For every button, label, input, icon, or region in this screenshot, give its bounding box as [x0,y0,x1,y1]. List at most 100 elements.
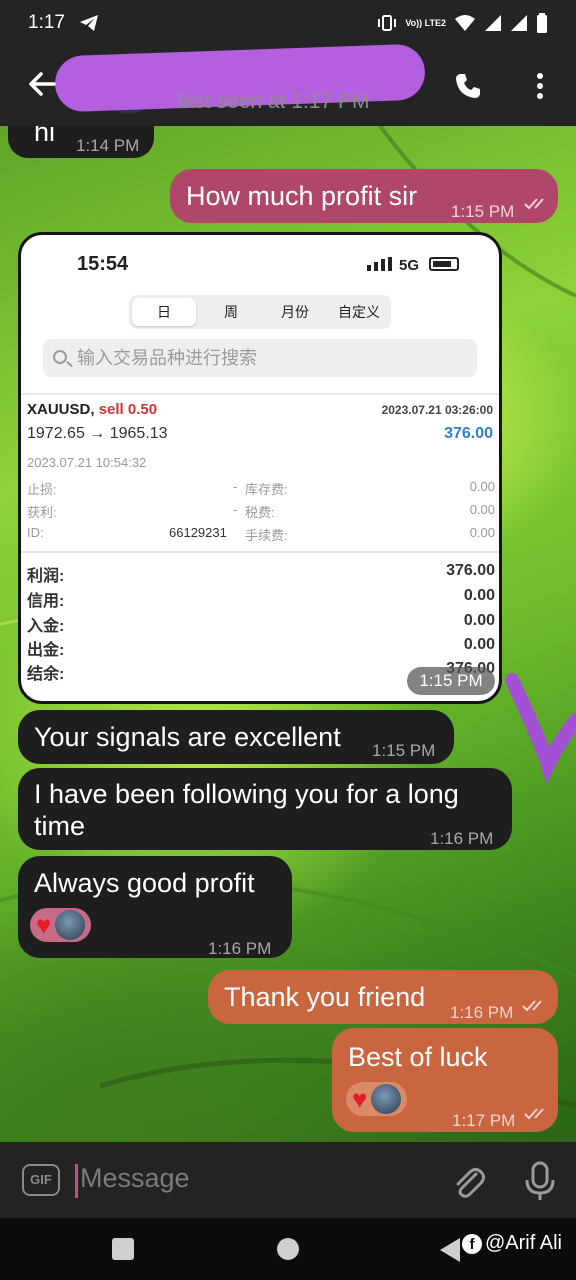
heart-icon: ♥ [352,1084,368,1114]
summary-label: 入金: [27,618,65,635]
message-time: 1:14 PM [76,136,140,155]
symbol-search-field: 输入交易品种进行搜索 [43,339,477,377]
summary-row: 入金: 0.00 [27,612,495,636]
detail-label: 止损: [27,482,57,497]
detail-value: - [233,502,238,517]
trade-profit: 376.00 [444,425,493,442]
message-bubble-in[interactable]: I have been following you for a long tim… [18,768,512,850]
summary-label: 结余: [27,666,65,683]
back-nav-button[interactable] [440,1238,460,1262]
status-time: 1:17 [28,12,65,33]
divider [21,551,499,553]
double-check-icon [524,1108,544,1120]
text-caret [75,1164,78,1198]
summary-value: 0.00 [463,636,495,653]
detail-label: 库存费: [245,482,288,497]
facebook-icon: f [462,1233,482,1254]
call-button[interactable] [448,66,488,106]
tab-day: 日 [132,298,196,326]
message-text-line: I have been following you for a long [34,779,459,809]
message-input[interactable]: Message [80,1163,190,1194]
detail-value: 0.00 [469,525,495,540]
detail-label: 手续费: [245,528,288,543]
image-message[interactable]: 15:54 5G 日 周 月份 自定义 输入交易品种进行搜索 XAUUSD, s… [18,232,502,704]
tab-custom: 自定义 [338,304,380,320]
vibrate-icon [378,15,397,31]
signal-icon [485,15,501,31]
network-type: 5G [399,257,420,274]
wifi-icon [455,15,475,31]
message-text: How much profit sir [186,181,418,211]
message-text: Thank you friend [224,982,426,1012]
message-time: 1:15 PM [407,667,495,695]
summary-row: 信用: 0.00 [27,587,495,611]
summary-label: 出金: [27,642,65,659]
chat-header: last seen at 1:17 PM [0,43,576,126]
back-button[interactable] [22,64,62,104]
phone-icon [456,74,480,98]
summary-label: 利润: [27,568,65,585]
close-time: 2023.07.21 03:26:00 [381,403,493,417]
detail-value: 0.00 [469,502,495,517]
summary-value: 376.00 [446,562,495,579]
watermark-text: @Arif Ali [485,1232,562,1254]
heart-icon: ♥ [36,910,52,940]
more-options-button[interactable] [524,66,556,106]
telegram-icon [79,15,98,31]
message-time: 1:15 PM [451,202,515,221]
summary-value: 0.00 [463,612,495,629]
summary-row: 利润: 376.00 [27,562,495,586]
detail-label: ID: [27,525,44,540]
open-time: 2023.07.21 10:54:32 [27,455,147,470]
message-bubble-out[interactable]: Thank you friend 1:16 PM [208,970,558,1024]
microphone-icon[interactable] [520,1160,560,1202]
message-composer: GIF Message [0,1142,576,1218]
summary-value: 0.00 [463,587,495,604]
detail-label: 税费: [245,505,275,520]
watermark: f @Arif Ali [462,1232,562,1255]
symbol-name: XAUUSD, [27,401,95,418]
volte-icon: Vo)) LTE2 [405,17,446,28]
reactor-avatar [371,1084,402,1114]
recents-button[interactable] [112,1238,134,1260]
search-icon [53,350,67,364]
arrow-left-icon [29,72,56,96]
tab-month: 月份 [281,304,309,320]
message-time: 1:15 PM [372,741,436,760]
paperclip-icon[interactable] [448,1162,488,1202]
message-bubble-out[interactable]: How much profit sir 1:15 PM [170,169,558,223]
last-seen-status: last seen at 1:17 PM [178,90,370,113]
gif-button[interactable]: GIF [22,1164,60,1196]
system-nav-bar: f @Arif Ali [0,1218,576,1280]
message-bubble-in[interactable]: Your signals are excellent 1:15 PM [18,710,454,764]
battery-icon [537,13,547,33]
reactor-avatar [55,910,86,940]
cell-signal-icon [367,257,392,271]
battery-icon [429,257,459,271]
message-bubble-in[interactable]: Always good profit ♥ 1:16 PM [18,856,292,958]
message-time: 1:17 PM [452,1111,516,1130]
message-time: 1:16 PM [208,939,272,958]
signal-icon-2 [511,15,527,31]
double-check-icon [524,198,544,210]
message-text: Your signals are excellent [34,722,341,752]
detail-label: 获利: [27,505,57,520]
message-text: Always good profit [34,868,255,898]
trade-symbol: XAUUSD, sell 0.50 [27,401,157,418]
message-text-line: time [34,811,86,841]
double-check-icon [522,1000,542,1012]
search-placeholder: 输入交易品种进行搜索 [77,348,257,368]
detail-value: - [233,479,238,494]
screenshot-status-time: 15:54 [77,253,129,275]
message-bubble-out[interactable]: Best of luck ♥ 1:17 PM [332,1028,558,1132]
summary-row: 出金: 0.00 [27,636,495,660]
reaction-chip[interactable]: ♥ [346,1082,408,1116]
period-segmented-control: 日 周 月份 自定义 [129,295,391,329]
message-time: 1:16 PM [430,829,494,848]
price-range: 1972.65 → 1965.13 [27,425,168,442]
status-bar: 1:17 Vo)) LTE2 [0,0,576,46]
detail-value: 0.00 [469,479,495,494]
reaction-chip[interactable]: ♥ [30,908,92,942]
home-button[interactable] [277,1238,299,1260]
message-time: 1:16 PM [450,1003,514,1022]
